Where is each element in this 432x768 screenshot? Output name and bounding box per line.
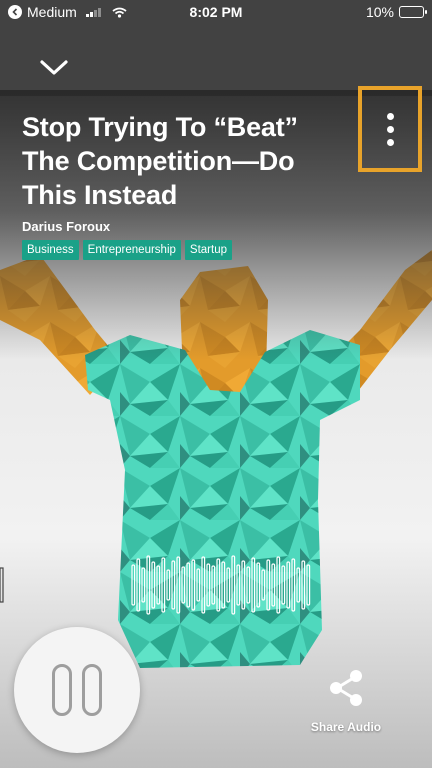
- waveform-bar: [176, 556, 181, 614]
- waveform-bar: [131, 564, 136, 606]
- waveform-bar: [181, 566, 186, 604]
- waveform-bar: [166, 569, 171, 601]
- tag-list: Business Entrepreneurship Startup: [22, 240, 232, 260]
- pause-button[interactable]: [14, 627, 140, 753]
- waveform-bar: [286, 561, 291, 609]
- author-name[interactable]: Darius Foroux: [22, 219, 110, 234]
- waveform-bar: [221, 561, 226, 609]
- waveform-bar: [246, 566, 251, 604]
- waveform-bar: [231, 555, 236, 615]
- tag-business[interactable]: Business: [22, 240, 79, 260]
- more-options-button[interactable]: [358, 86, 422, 172]
- waveform-bar: [271, 563, 276, 607]
- waveform-bar: [281, 565, 286, 605]
- waveform-bar: [306, 564, 311, 606]
- waveform-bar: [216, 558, 221, 612]
- wifi-icon: [112, 7, 127, 18]
- battery-icon: [399, 6, 427, 18]
- waveform-bar: [201, 556, 206, 614]
- share-icon: [330, 670, 362, 706]
- share-audio-button[interactable]: Share Audio: [300, 668, 392, 740]
- story-title: Stop Trying To “Beat” The Competition—Do…: [22, 112, 298, 210]
- waveform-bar: [301, 560, 306, 610]
- waveform-bar: [296, 567, 301, 603]
- status-right: 10%: [365, 4, 427, 20]
- more-vertical-icon-dot: [386, 138, 394, 146]
- waveform-bar: [266, 559, 271, 611]
- waveform-edge-bar: [0, 567, 4, 603]
- waveform-bar: [291, 558, 296, 612]
- waveform-bar: [226, 567, 231, 603]
- waveform-bar: [141, 567, 146, 603]
- collapse-player-button[interactable]: [34, 52, 74, 84]
- waveform-bar: [136, 558, 141, 612]
- waveform-bar: [196, 568, 201, 602]
- share-audio-label: Share Audio: [310, 720, 382, 734]
- chevron-down-icon: [40, 60, 68, 75]
- waveform-bar: [276, 556, 281, 614]
- waveform-bar: [146, 555, 151, 615]
- waveform-bar: [241, 560, 246, 610]
- waveform-bar: [151, 561, 156, 609]
- waveform-bar: [211, 565, 216, 605]
- waveform-bar: [186, 562, 191, 608]
- waveform-bar: [206, 563, 211, 607]
- tag-entrepreneurship[interactable]: Entrepreneurship: [82, 240, 181, 260]
- waveform-bar: [171, 560, 176, 610]
- waveform-bar: [191, 559, 196, 611]
- battery-percent: 10%: [365, 4, 394, 20]
- audio-waveform[interactable]: [0, 550, 432, 620]
- status-bar: Medium 8:02 PM 10%: [0, 0, 432, 24]
- more-vertical-icon-dot: [386, 112, 394, 120]
- waveform-bar: [251, 557, 256, 613]
- back-to-app-icon[interactable]: [8, 5, 22, 19]
- signal-icon: [85, 7, 101, 17]
- status-left: Medium: [8, 4, 127, 20]
- waveform-bar: [156, 565, 161, 605]
- tag-startup[interactable]: Startup: [184, 240, 232, 260]
- pause-icon-bar: [82, 664, 102, 716]
- pause-icon-bar: [52, 664, 72, 716]
- waveform-bar: [161, 557, 166, 613]
- waveform-bar: [256, 562, 261, 608]
- waveform-bar: [236, 564, 241, 606]
- more-vertical-icon-dot: [386, 125, 394, 133]
- back-app-label[interactable]: Medium: [27, 4, 77, 20]
- waveform-bar: [261, 569, 266, 601]
